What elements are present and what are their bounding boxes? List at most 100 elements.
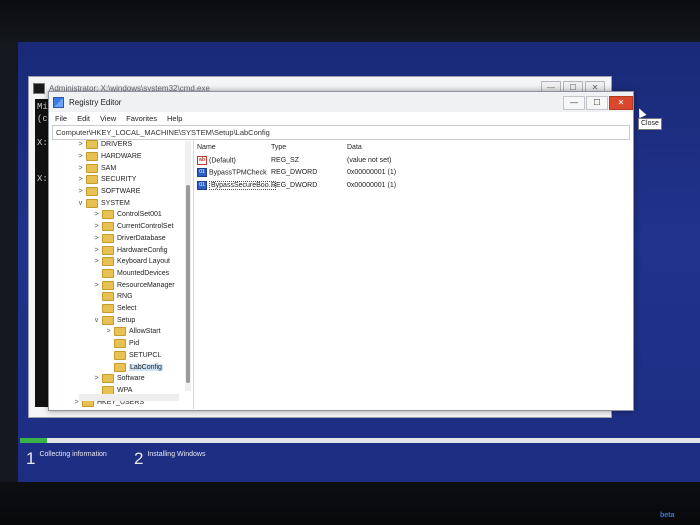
menu-edit[interactable]: Edit (77, 114, 90, 123)
tree-item[interactable]: > SECURITY (77, 174, 136, 186)
maximize-button[interactable]: ☐ (586, 96, 608, 110)
tree-item[interactable]: SETUPCL (105, 350, 161, 362)
tree-item[interactable]: v SYSTEM (77, 198, 130, 210)
chevron-right-icon[interactable]: > (77, 176, 84, 183)
folder-icon (102, 315, 114, 325)
tree-item[interactable]: > SOFTWARE (77, 186, 140, 198)
tree-item-label: RNG (117, 293, 133, 301)
folder-icon (102, 233, 114, 243)
monitor-bezel-left (0, 42, 18, 482)
folder-icon (86, 140, 98, 150)
setup-step-2: 2 Installing Windows (134, 448, 205, 470)
tree-item[interactable]: > ResourceManager (93, 279, 175, 291)
folder-icon (86, 175, 98, 185)
close-tooltip: Close (638, 118, 662, 130)
folder-icon (86, 163, 98, 173)
registry-editor-window[interactable]: Registry Editor — ☐ ✕ File Edit View Fav… (48, 91, 634, 411)
chevron-right-icon[interactable]: > (93, 223, 100, 230)
chevron-down-icon[interactable]: v (93, 317, 100, 324)
value-row[interactable]: 01 BypassSecureBoo... REG_DWORD 0x00000001 … (197, 179, 627, 191)
chevron-right-icon[interactable]: > (105, 328, 112, 335)
tree-item[interactable]: LabConfig (105, 361, 163, 373)
tree-item[interactable]: RNG (93, 291, 133, 303)
folder-icon (102, 374, 114, 384)
tree-item[interactable]: > DriverDatabase (93, 233, 166, 245)
chevron-right-icon[interactable]: > (93, 247, 100, 254)
folder-icon (114, 327, 126, 337)
watermark: beta (660, 512, 675, 519)
tree-item-label: DriverDatabase (117, 234, 166, 242)
column-data-header[interactable]: Data (347, 144, 362, 151)
chevron-right-icon[interactable]: > (93, 258, 100, 265)
tree-horizontal-scrollbar[interactable] (79, 394, 179, 401)
tree-item-label: Software (117, 375, 145, 383)
tree-item[interactable]: > AllowStart (105, 326, 161, 338)
values-list[interactable]: Name Type Data ab (Default) REG_SZ (value n… (197, 139, 629, 409)
menu-view[interactable]: View (100, 114, 116, 123)
menu-file[interactable]: File (55, 114, 67, 123)
value-data-cell: (value not set) (347, 156, 392, 164)
tree-item[interactable]: v Setup (93, 315, 135, 327)
pane-splitter[interactable] (193, 139, 194, 409)
chevron-right-icon[interactable]: > (77, 153, 84, 160)
address-bar[interactable]: Computer\HKEY_LOCAL_MACHINE\SYSTEM\Setup… (52, 125, 630, 140)
chevron-right-icon[interactable]: > (93, 211, 100, 218)
tree-item[interactable]: > Software (93, 373, 145, 385)
tree-item[interactable]: > ControlSet001 (93, 209, 162, 221)
tree-item[interactable]: MountedDevices (93, 268, 169, 280)
close-button[interactable]: ✕ (609, 96, 633, 110)
monitor-bezel-top (0, 0, 700, 42)
tree-item-label: HARDWARE (101, 152, 142, 160)
chevron-down-icon[interactable]: v (77, 200, 84, 207)
chevron-right-icon[interactable]: > (77, 165, 84, 172)
tree-item[interactable]: > Keyboard Layout (93, 256, 170, 268)
menu-favorites[interactable]: Favorites (126, 114, 157, 123)
key-tree[interactable]: > DRIVERS > HARDWARE > SAM > SECURITY > SOFTWARE v… (53, 139, 193, 409)
regedit-app-icon (53, 96, 64, 108)
tree-item[interactable]: Pid (105, 338, 139, 350)
folder-icon (114, 350, 126, 360)
regedit-titlebar[interactable]: Registry Editor (49, 92, 633, 112)
minimize-button[interactable]: — (563, 96, 585, 110)
scrollbar-thumb[interactable] (186, 185, 190, 383)
tree-item[interactable]: > DRIVERS (77, 139, 132, 151)
chevron-right-icon[interactable]: > (93, 375, 100, 382)
setup-progress-bar (20, 438, 700, 443)
tree-item[interactable]: > SAM (77, 162, 116, 174)
tree-item[interactable]: >HKEY_CURRENT_CONFIG (73, 408, 185, 409)
setup-progress-fill (20, 438, 48, 443)
value-row[interactable]: ab (Default) REG_SZ (value not set) (197, 154, 627, 166)
folder-icon (102, 245, 114, 255)
chevron-right-icon[interactable]: > (77, 188, 84, 195)
tree-item-label: LabConfig (129, 363, 163, 371)
string-value-icon: ab (197, 155, 207, 165)
value-name-cell: 01 BypassSecureBoo... (197, 180, 277, 190)
chevron-right-icon[interactable]: > (77, 141, 84, 148)
menu-bar: File Edit View Favorites Help (49, 112, 633, 125)
value-data-cell: 0x00000001 (1) (347, 169, 397, 176)
column-type-header[interactable]: Type (271, 144, 286, 151)
value-row[interactable]: 01 BypassTPMCheck REG_DWORD 0x00000001 (1) (197, 167, 627, 179)
step-number: 1 (26, 449, 36, 468)
folder-icon (114, 339, 126, 349)
column-name-header[interactable]: Name (197, 144, 216, 151)
tree-item[interactable]: > HARDWARE (77, 151, 142, 163)
value-name-cell: ab (Default) (197, 155, 236, 165)
tree-item-label: DRIVERS (101, 141, 133, 149)
value-data-cell: 0x00000001 (1) (347, 181, 397, 189)
list-header: Name Type Data (197, 141, 627, 153)
tree-item[interactable]: > CurrentControlSet (93, 221, 173, 233)
folder-icon (102, 210, 114, 220)
tree-item-label: CurrentControlSet (117, 223, 174, 231)
tree-item[interactable]: > HardwareConfig (93, 244, 168, 256)
chevron-right-icon[interactable]: > (93, 282, 100, 289)
folder-icon (102, 268, 114, 278)
menu-help[interactable]: Help (167, 114, 182, 123)
step-number: 2 (134, 449, 144, 468)
cmd-app-icon (33, 82, 45, 94)
chevron-right-icon[interactable]: > (93, 235, 100, 242)
tree-vertical-scrollbar[interactable] (185, 141, 191, 391)
tree-item[interactable]: Select (93, 303, 136, 315)
folder-icon (102, 222, 114, 232)
binary-value-icon: 01 (197, 180, 207, 190)
